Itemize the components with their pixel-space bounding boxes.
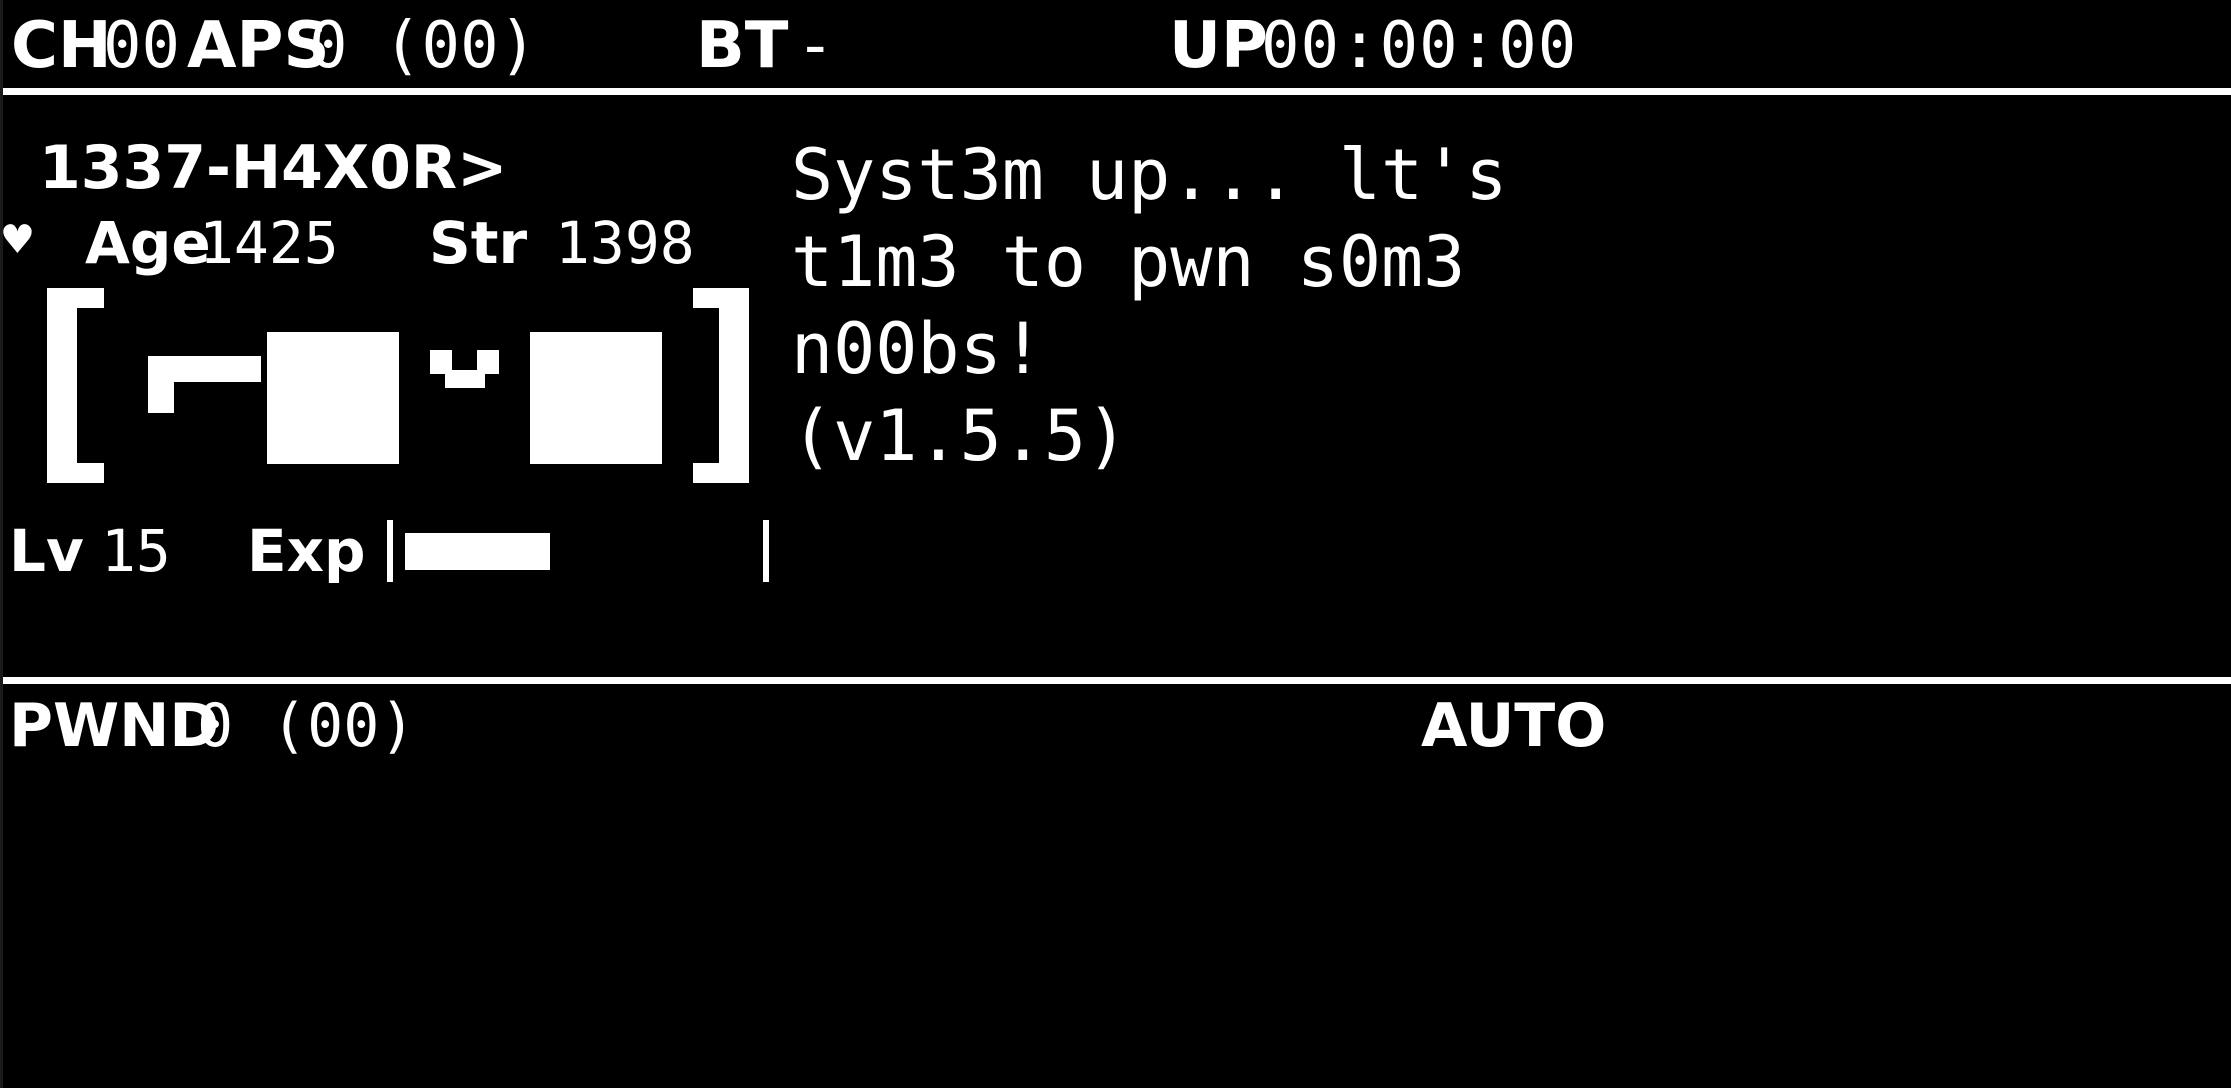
face-left-bracket-top <box>47 288 104 308</box>
face-right-bracket-bottom <box>693 463 749 483</box>
bt-value: - <box>796 9 835 83</box>
up-label: UP <box>1169 9 1268 83</box>
exp-bar-fill <box>405 533 550 570</box>
str-label: Str <box>429 209 528 277</box>
level-label: Lv <box>9 517 84 585</box>
face-left-bracket-bottom <box>47 463 104 483</box>
bt-label: BT <box>696 9 789 83</box>
status-line: Syst3m up... lt's <box>791 134 1508 216</box>
aps-total: (00) <box>383 9 538 83</box>
mode-indicator: AUTO <box>1421 691 1607 761</box>
face-left-bracket-vertical <box>47 288 77 483</box>
face-right-bracket-vertical <box>719 288 749 483</box>
exp-label: Exp <box>247 517 366 585</box>
level-value: 15 <box>101 517 171 585</box>
face-left-brow-drop <box>148 356 174 413</box>
aps-value: 0 <box>309 9 348 83</box>
bottom-divider <box>3 677 2231 684</box>
status-line: t1m3 to pwn s0m3 <box>791 221 1466 303</box>
pwnd-total: (00) <box>271 691 416 761</box>
exp-bar-left-edge <box>387 520 393 582</box>
heart-icon: ♥ <box>3 212 32 268</box>
exp-bar <box>387 520 769 582</box>
top-divider <box>3 88 2231 95</box>
ch-value: 00 <box>103 9 181 83</box>
status-line: (v1.5.5) <box>791 395 1129 477</box>
ch-label: CH <box>11 9 112 83</box>
exp-bar-right-edge <box>763 520 769 582</box>
status-line: n00bs! <box>791 308 1044 390</box>
unit-name: 1337-H4X0R> <box>39 133 508 203</box>
face-mouth-bottom <box>445 370 485 388</box>
face-right-bracket-top <box>693 288 749 308</box>
face-left-eye <box>267 332 399 464</box>
age-label: Age <box>85 209 211 277</box>
pwnd-value: 0 <box>197 691 234 761</box>
pwnd-label: PWND <box>9 691 220 761</box>
age-value: 1425 <box>199 209 339 277</box>
pwnagotchi-display: CH 00 APS 0 (00) BT - UP 00:00:00 1337-H… <box>0 0 2231 1088</box>
face-right-eye <box>530 332 662 464</box>
str-value: 1398 <box>555 209 695 277</box>
up-value: 00:00:00 <box>1261 9 1578 83</box>
